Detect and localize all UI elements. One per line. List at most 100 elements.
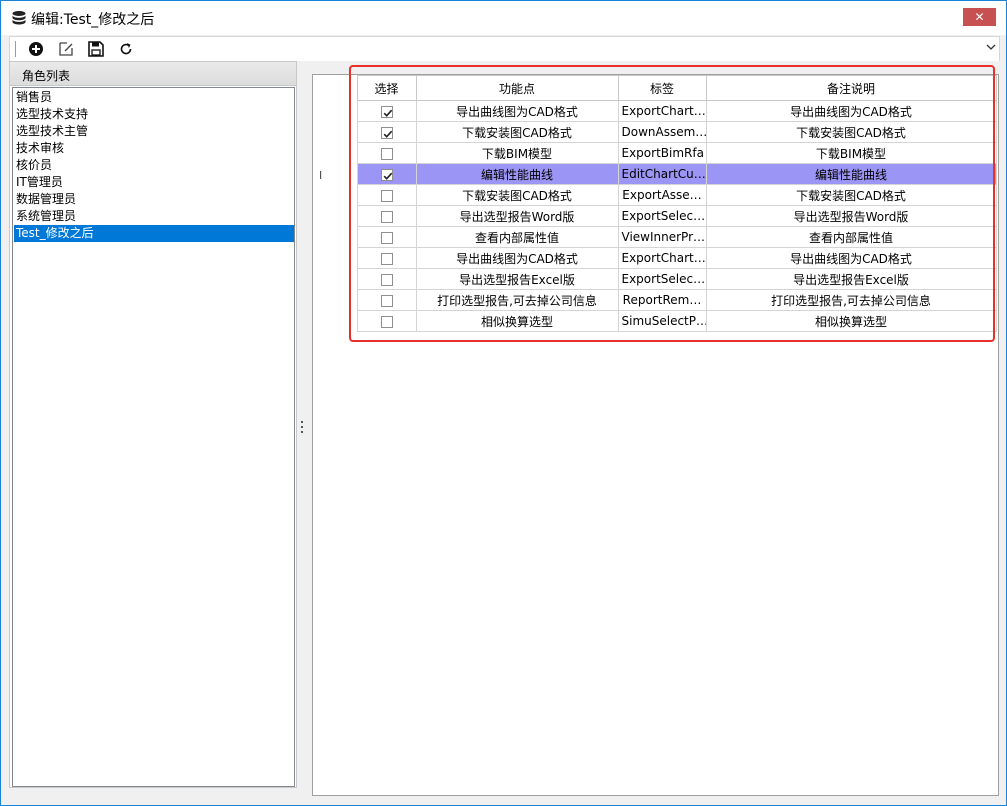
column-header-feature[interactable]: 功能点 — [415, 75, 619, 101]
row-header[interactable] — [313, 142, 358, 164]
role-list-item[interactable]: 销售员 — [14, 89, 294, 106]
checkbox-unchecked[interactable] — [380, 294, 393, 307]
tag-cell[interactable]: ExportChart… — [617, 247, 707, 269]
checkbox-unchecked[interactable] — [380, 147, 393, 160]
column-header-tag[interactable]: 标签 — [617, 75, 707, 101]
tag-cell[interactable]: ExportBimRfa — [617, 142, 707, 164]
tag-cell[interactable]: ExportChart… — [617, 100, 707, 122]
tag-cell[interactable]: DownAssem… — [617, 121, 707, 143]
note-cell[interactable]: 下载BIM模型 — [705, 142, 997, 164]
feature-cell[interactable]: 下载安装图CAD格式 — [415, 184, 619, 206]
title-bar[interactable]: 编辑:Test_修改之后 ✕ — [1, 1, 1006, 35]
select-cell[interactable] — [356, 142, 417, 164]
splitter-handle[interactable] — [301, 421, 304, 437]
note-cell[interactable]: 打印选型报告,可去掉公司信息 — [705, 289, 997, 311]
note-cell[interactable]: 导出选型报告Word版 — [705, 205, 997, 227]
table-row[interactable]: 打印选型报告,可去掉公司信息 ReportRem… 打印选型报告,可去掉公司信息 — [313, 289, 997, 311]
feature-cell[interactable]: 打印选型报告,可去掉公司信息 — [415, 289, 619, 311]
note-cell[interactable]: 查看内部属性值 — [705, 226, 997, 248]
tag-cell[interactable]: ViewInnerPr… — [617, 226, 707, 248]
row-header[interactable] — [313, 100, 358, 122]
feature-cell[interactable]: 导出曲线图为CAD格式 — [415, 247, 619, 269]
role-list-item[interactable]: 核价员 — [14, 157, 294, 174]
refresh-icon[interactable] — [117, 40, 135, 58]
feature-cell[interactable]: 导出选型报告Excel版 — [415, 268, 619, 290]
checkbox-checked[interactable] — [380, 105, 393, 118]
select-cell[interactable] — [356, 289, 417, 311]
note-cell[interactable]: 导出曲线图为CAD格式 — [705, 247, 997, 269]
table-row[interactable]: 下载安装图CAD格式 ExportAsse… 下载安装图CAD格式 — [313, 184, 997, 206]
role-list-item[interactable]: 选型技术支持 — [14, 106, 294, 123]
edit-role-window: 编辑:Test_修改之后 ✕ 角色列表 销售员 选型技术支持选型技术主管 技术审… — [0, 0, 1007, 806]
table-row[interactable]: 相似换算选型 SimuSelectP… 相似换算选型 — [313, 310, 997, 332]
row-header[interactable] — [313, 226, 358, 248]
column-header-note[interactable]: 备注说明 — [705, 75, 997, 101]
feature-cell[interactable]: 查看内部属性值 — [415, 226, 619, 248]
column-header-select[interactable]: 选择 — [356, 75, 417, 101]
checkbox-checked[interactable] — [380, 168, 393, 181]
note-cell[interactable]: 下载安装图CAD格式 — [705, 121, 997, 143]
table-row[interactable]: 导出曲线图为CAD格式 ExportChart… 导出曲线图为CAD格式 — [313, 247, 997, 269]
plus-circle-icon[interactable] — [27, 40, 45, 58]
select-cell[interactable] — [356, 121, 417, 143]
role-list[interactable]: 销售员 选型技术支持 选型技术主管 技术审核 核价员 IT管理员 数据管理员 系统管理员 Tes… — [12, 87, 295, 787]
select-cell[interactable] — [356, 226, 417, 248]
table-row[interactable]: 导出曲线图为CAD格式 ExportChart… 导出曲线图为CAD格式 — [313, 100, 997, 122]
row-header[interactable] — [313, 205, 358, 227]
select-cell[interactable] — [356, 205, 417, 227]
close-button[interactable]: ✕ — [963, 8, 996, 26]
role-list-item[interactable]: 技术审核 — [14, 140, 294, 157]
note-cell[interactable]: 导出曲线图为CAD格式 — [705, 100, 997, 122]
row-header[interactable] — [313, 310, 358, 332]
table-row[interactable]: 查看内部属性值 ViewInnerPr… 查看内部属性值 — [313, 226, 997, 248]
table-row[interactable]: 导出选型报告Excel版 ExportSelec… 导出选型报告Excel版 — [313, 268, 997, 290]
note-cell[interactable]: 相似换算选型 — [705, 310, 997, 332]
row-header[interactable] — [313, 247, 358, 269]
checkbox-checked[interactable] — [380, 126, 393, 139]
chevron-down-icon[interactable] — [986, 42, 996, 52]
select-cell[interactable] — [356, 184, 417, 206]
table-row[interactable]: 编辑性能曲线 EditChartCu… 编辑性能曲线 — [313, 163, 997, 185]
table-row[interactable]: 下载BIM模型 ExportBimRfa 下载BIM模型 — [313, 142, 997, 164]
checkbox-unchecked[interactable] — [380, 189, 393, 202]
table-row[interactable]: 下载安装图CAD格式 DownAssem… 下载安装图CAD格式 — [313, 121, 997, 143]
row-header[interactable] — [313, 121, 358, 143]
feature-cell[interactable]: 导出曲线图为CAD格式 — [415, 100, 619, 122]
role-list-item[interactable]: 选型技术主管 — [14, 123, 294, 140]
role-list-item[interactable]: 系统管理员 — [14, 208, 294, 225]
tag-cell[interactable]: ExportAsse… — [617, 184, 707, 206]
role-list-item[interactable]: Test_修改之后 — [14, 225, 294, 242]
toolbar-grip[interactable] — [15, 41, 17, 57]
feature-cell[interactable]: 编辑性能曲线 — [415, 163, 619, 185]
row-header[interactable] — [313, 184, 358, 206]
checkbox-unchecked[interactable] — [380, 252, 393, 265]
tag-cell[interactable]: ReportRem… — [617, 289, 707, 311]
select-cell[interactable] — [356, 247, 417, 269]
tag-cell[interactable]: ExportSelec… — [617, 205, 707, 227]
select-cell[interactable] — [356, 268, 417, 290]
checkbox-unchecked[interactable] — [380, 273, 393, 286]
row-header[interactable] — [313, 289, 358, 311]
note-cell[interactable]: 编辑性能曲线 — [705, 163, 997, 185]
feature-cell[interactable]: 下载安装图CAD格式 — [415, 121, 619, 143]
role-list-item[interactable]: IT管理员 — [14, 174, 294, 191]
checkbox-unchecked[interactable] — [380, 210, 393, 223]
floppy-disk-icon[interactable] — [87, 40, 105, 58]
select-cell[interactable] — [356, 100, 417, 122]
note-cell[interactable]: 下载安装图CAD格式 — [705, 184, 997, 206]
select-cell[interactable] — [356, 310, 417, 332]
feature-cell[interactable]: 下载BIM模型 — [415, 142, 619, 164]
tag-cell[interactable]: ExportSelec… — [617, 268, 707, 290]
tag-cell[interactable]: EditChartCu… — [617, 163, 707, 185]
edit-icon[interactable] — [57, 40, 75, 58]
row-header[interactable] — [313, 268, 358, 290]
feature-cell[interactable]: 相似换算选型 — [415, 310, 619, 332]
select-cell[interactable] — [356, 163, 417, 185]
feature-cell[interactable]: 导出选型报告Word版 — [415, 205, 619, 227]
role-list-item[interactable]: 数据管理员 — [14, 191, 294, 208]
note-cell[interactable]: 导出选型报告Excel版 — [705, 268, 997, 290]
checkbox-unchecked[interactable] — [380, 231, 393, 244]
table-row[interactable]: 导出选型报告Word版 ExportSelec… 导出选型报告Word版 — [313, 205, 997, 227]
checkbox-unchecked[interactable] — [380, 315, 393, 328]
tag-cell[interactable]: SimuSelectP… — [617, 310, 707, 332]
